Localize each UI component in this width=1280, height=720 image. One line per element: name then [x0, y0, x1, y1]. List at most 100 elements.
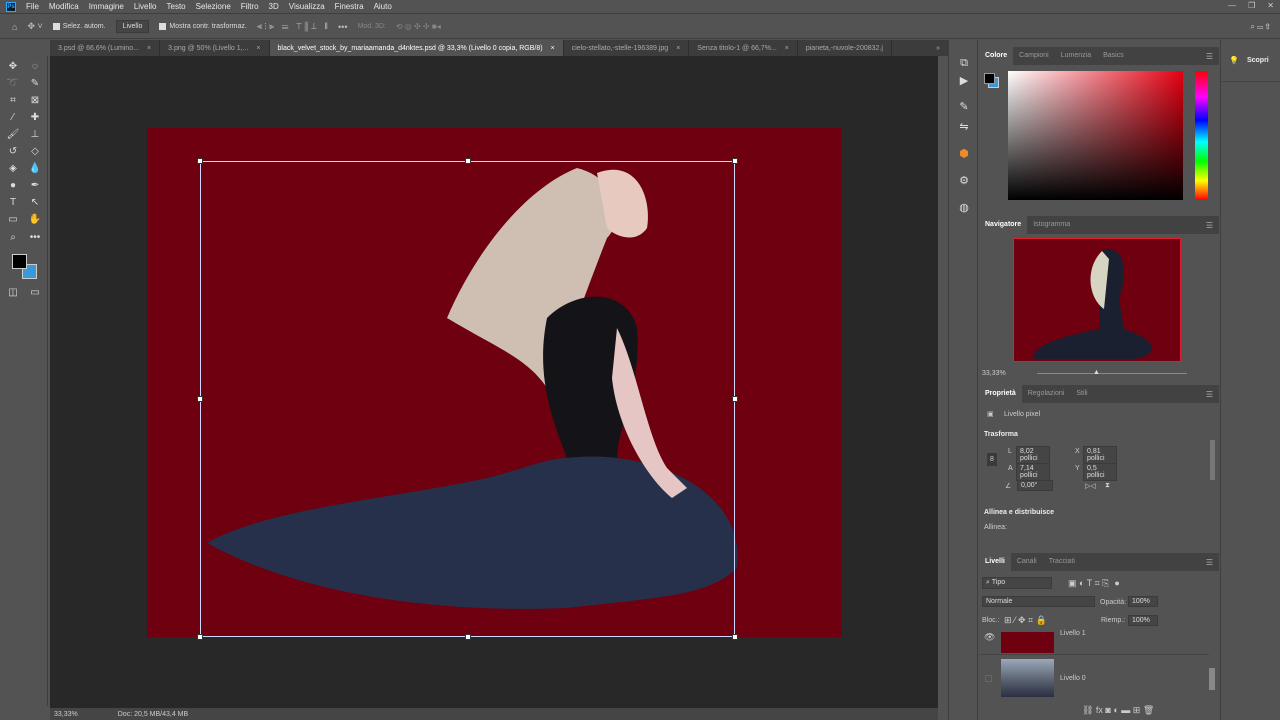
brush-tool-icon[interactable]: 🖌 — [6, 128, 20, 142]
tab-proprieta[interactable]: Proprietà — [979, 385, 1022, 403]
transform-handle[interactable] — [197, 158, 203, 164]
layer-filter-icons[interactable]: ▣ ◐ T ⌗ ⎘ ● — [1068, 578, 1120, 589]
close-icon[interactable]: × — [147, 45, 151, 52]
visibility-toggle[interactable] — [985, 675, 992, 682]
eyedropper-icon[interactable]: ⁄ — [6, 111, 20, 125]
transform-handle[interactable] — [465, 158, 471, 164]
transform-handle[interactable] — [197, 634, 203, 640]
path-select-icon[interactable]: ↖ — [28, 196, 42, 210]
tab-senza-titolo[interactable]: Senza titolo-1 @ 66,7%... × — [689, 40, 798, 56]
move-tool-icon[interactable]: ✥ — [6, 60, 20, 74]
panel-menu-icon[interactable]: ☰ — [1206, 52, 1213, 61]
more-tabs-icon[interactable]: » — [928, 40, 948, 56]
layers-scrollbar[interactable] — [1209, 668, 1215, 690]
menu-filtro[interactable]: Filtro — [241, 2, 259, 11]
angle-field[interactable]: 0,00° — [1017, 480, 1053, 491]
menu-immagine[interactable]: Immagine — [89, 2, 124, 11]
close-icon[interactable]: × — [256, 45, 260, 52]
tab-colore[interactable]: Colore — [979, 47, 1014, 65]
fill-field[interactable]: 100% — [1128, 615, 1158, 626]
panel-menu-icon[interactable]: ☰ — [1206, 390, 1213, 399]
layer-row[interactable]: 👁 Livello 1 — [979, 630, 1209, 655]
lock-icons[interactable]: ⊞ ⁄ ✥ ⌗ 🔒 — [1004, 615, 1047, 626]
brush-settings-icon[interactable]: ✎ — [957, 100, 971, 114]
foreground-color-swatch[interactable] — [12, 254, 27, 269]
layer-actions-icons[interactable]: ⛓ fx ◙ ◐ ▬ ⊞ 🗑 — [1082, 705, 1154, 716]
restore-icon[interactable]: ❐ — [1248, 1, 1255, 10]
properties-scrollbar[interactable] — [1210, 440, 1215, 480]
tab-stili[interactable]: Stili — [1070, 385, 1093, 403]
move-tool-icon[interactable]: ✥ ˅ — [27, 21, 42, 32]
lasso-tool-icon[interactable]: ➰ — [6, 77, 20, 91]
actions-play-icon[interactable]: ▶ — [957, 74, 971, 88]
menu-livello[interactable]: Livello — [134, 2, 157, 11]
transform-handle[interactable] — [197, 396, 203, 402]
x-field[interactable]: 0,81 pollici — [1083, 446, 1117, 464]
gear-plugin-icon[interactable]: ⚙ — [957, 174, 971, 188]
transform-handle[interactable] — [465, 634, 471, 640]
crop-tool-icon[interactable]: ⌗ — [6, 94, 20, 108]
close-icon[interactable]: ✕ — [1267, 1, 1274, 10]
more-tools-icon[interactable]: ••• — [28, 231, 42, 245]
transform-handle[interactable] — [732, 634, 738, 640]
discover-button[interactable]: 💡 Scopri — [1221, 40, 1280, 82]
tab-navigatore[interactable]: Navigatore — [979, 216, 1028, 234]
zoom-slider-thumb[interactable]: ▲ — [1093, 369, 1100, 376]
auto-select-checkbox[interactable]: Selez. autom. — [52, 23, 106, 30]
navigator-preview[interactable] — [1013, 238, 1181, 362]
navigator-zoom-slider[interactable] — [1037, 373, 1187, 374]
link-icon[interactable]: 8 — [987, 453, 997, 466]
tab-pianeta[interactable]: pianeta,-nuvole-200832.j — [798, 40, 892, 56]
globe-icon[interactable]: ◍ — [957, 201, 971, 215]
home-icon[interactable]: ⌂ — [12, 22, 17, 32]
height-field[interactable]: 7,14 pollici — [1016, 463, 1050, 481]
plugin-icon[interactable]: ⬢ — [957, 147, 971, 161]
tab-campioni[interactable]: Campioni — [1013, 47, 1055, 65]
minimize-icon[interactable]: — — [1228, 1, 1236, 10]
opacity-field[interactable]: 100% — [1128, 596, 1158, 607]
close-icon[interactable]: × — [676, 45, 680, 52]
tab-tracciati[interactable]: Tracciati — [1043, 553, 1081, 571]
menu-selezione[interactable]: Selezione — [196, 2, 231, 11]
layer-name[interactable]: Livello 0 — [1060, 675, 1086, 682]
more-icon[interactable]: ••• — [338, 22, 347, 32]
type-tool-icon[interactable]: T — [6, 196, 20, 210]
tab-cielo-stellato[interactable]: cielo-stellato,-stelle-196389.jpg × — [564, 40, 690, 56]
hand-tool-icon[interactable]: ✋ — [28, 213, 42, 227]
menu-visualizza[interactable]: Visualizza — [289, 2, 325, 11]
menu-3d[interactable]: 3D — [269, 2, 279, 11]
quick-select-icon[interactable]: ✎ — [28, 77, 42, 91]
healing-brush-icon[interactable]: ✚ — [28, 111, 42, 125]
close-icon[interactable]: × — [551, 45, 555, 52]
tab-black-velvet[interactable]: black_velvet_stock_by_mariaamanda_d4nkte… — [269, 40, 564, 56]
foreground-color-chip[interactable] — [984, 73, 995, 84]
dodge-tool-icon[interactable]: ● — [6, 179, 20, 193]
blur-tool-icon[interactable]: 💧 — [28, 162, 42, 176]
auto-select-target-dropdown[interactable]: Livello — [115, 20, 150, 33]
align-icons[interactable]: ⫷ ⫶ ⫸ ☰ ⊤ ⫼ ⊥ ‖ — [257, 21, 328, 32]
layer-filter-dropdown[interactable]: ⌕ Tipo — [982, 577, 1052, 589]
close-icon[interactable]: × — [785, 45, 789, 52]
shape-tool-icon[interactable]: ▭ — [6, 213, 20, 227]
transform-bounding-box[interactable] — [197, 158, 738, 640]
menu-modifica[interactable]: Modifica — [49, 2, 79, 11]
transform-handle[interactable] — [732, 158, 738, 164]
search-icon[interactable]: ⌕ ▭ ⇧ — [1250, 22, 1270, 32]
flip-horizontal-icon[interactable]: ▷◁ — [1085, 482, 1096, 490]
show-transform-checkbox[interactable]: Mostra contr. trasformaz. — [159, 23, 247, 30]
menu-testo[interactable]: Testo — [167, 2, 186, 11]
marquee-tool-icon[interactable]: ◌ — [28, 60, 42, 74]
menu-file[interactable]: File — [26, 2, 39, 11]
pen-tool-icon[interactable]: ✒ — [28, 179, 42, 193]
adjustments-icon[interactable]: ⇋ — [957, 120, 971, 134]
history-icon[interactable]: ⧉ — [957, 56, 971, 70]
tab-canali[interactable]: Canali — [1011, 553, 1043, 571]
tab-lumenzia[interactable]: Lumenzia — [1055, 47, 1097, 65]
visibility-eye-icon[interactable]: 👁 — [984, 632, 995, 643]
hue-slider[interactable] — [1195, 71, 1208, 200]
layer-name[interactable]: Livello 1 — [1060, 630, 1086, 637]
screen-mode-icon[interactable]: ▭ — [28, 286, 42, 300]
frame-tool-icon[interactable]: ⊠ — [28, 94, 42, 108]
navigator-zoom[interactable]: 33,33% — [982, 370, 1006, 377]
tab-basics[interactable]: Basics — [1097, 47, 1130, 65]
